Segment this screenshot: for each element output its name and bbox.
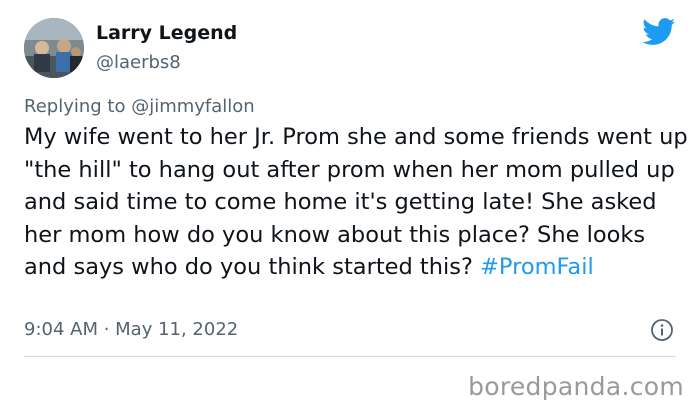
twitter-bird-icon[interactable] (642, 18, 676, 46)
hashtag-link[interactable]: #PromFail (480, 254, 594, 280)
reply-context: Replying to @jimmyfallon (24, 96, 255, 117)
reply-mention-link[interactable]: @jimmyfallon (131, 96, 255, 117)
reply-prefix: Replying to (24, 96, 132, 117)
watermark: boredpanda.com (468, 372, 684, 401)
avatar-image (24, 18, 84, 78)
tweet-card: Larry Legend @laerbs8 Replying to @jimmy… (0, 0, 700, 410)
tweet-timestamp[interactable]: 9:04 AM · May 11, 2022 (24, 319, 238, 340)
user-handle[interactable]: @laerbs8 (96, 52, 181, 73)
display-name[interactable]: Larry Legend (96, 22, 237, 44)
info-icon[interactable] (650, 318, 674, 342)
divider (24, 356, 676, 357)
tweet-text: My wife went to her Jr. Prom she and som… (24, 121, 694, 284)
avatar[interactable] (24, 18, 84, 78)
